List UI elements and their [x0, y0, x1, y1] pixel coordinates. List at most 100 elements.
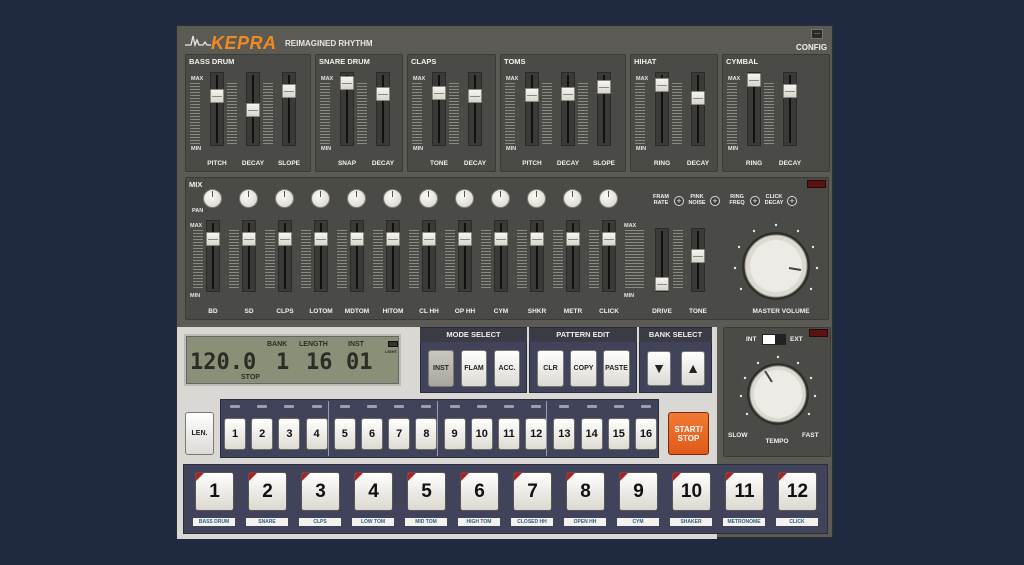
fader-cap[interactable] — [206, 232, 220, 246]
bank-up-button[interactable]: ▲ — [681, 351, 705, 386]
fader-cap[interactable] — [314, 232, 328, 246]
step-button-12[interactable]: 12 — [525, 418, 548, 450]
pan-knob-cl-hh[interactable] — [419, 189, 438, 208]
fader-slope[interactable] — [282, 72, 296, 146]
level-fader-mdtom[interactable] — [350, 220, 364, 292]
fader-cap[interactable] — [602, 232, 616, 246]
instrument-button-3[interactable]: 3 — [301, 472, 340, 511]
step-button-6[interactable]: 6 — [361, 418, 383, 450]
fader-cap[interactable] — [494, 232, 508, 246]
instrument-button-9[interactable]: 9 — [619, 472, 658, 511]
fader-cap[interactable] — [597, 80, 611, 94]
pattern-button-paste[interactable]: PASTE — [603, 350, 630, 387]
fader-pitch[interactable] — [525, 72, 539, 146]
pan-knob-sd[interactable] — [239, 189, 258, 208]
fader-decay[interactable] — [783, 72, 797, 146]
step-button-8[interactable]: 8 — [415, 418, 438, 450]
fader-cap[interactable] — [468, 89, 482, 103]
fader-cap[interactable] — [691, 91, 705, 105]
start-stop-button[interactable]: START/ STOP — [668, 412, 709, 455]
pan-knob-bd[interactable] — [203, 189, 222, 208]
fader-decay[interactable] — [561, 72, 575, 146]
pan-knob-metr[interactable] — [563, 189, 582, 208]
step-button-11[interactable]: 11 — [498, 418, 520, 450]
fader-cap[interactable] — [422, 232, 436, 246]
step-button-9[interactable]: 9 — [443, 418, 466, 450]
fader-cap[interactable] — [340, 76, 354, 90]
level-fader-op-hh[interactable] — [458, 220, 472, 292]
int-ext-switch[interactable] — [762, 334, 786, 345]
pan-knob-clps[interactable] — [275, 189, 294, 208]
step-button-2[interactable]: 2 — [251, 418, 274, 450]
pan-knob-hitom[interactable] — [383, 189, 402, 208]
step-button-5[interactable]: 5 — [333, 418, 356, 450]
fader-cap[interactable] — [530, 232, 544, 246]
mode-button-acc[interactable]: ACC. — [494, 350, 520, 387]
level-fader-hitom[interactable] — [386, 220, 400, 292]
bank-down-button[interactable]: ▼ — [647, 351, 671, 386]
level-fader-metr[interactable] — [566, 220, 580, 292]
level-fader-cym[interactable] — [494, 220, 508, 292]
tone-fader[interactable] — [691, 228, 705, 292]
fader-cap[interactable] — [655, 78, 669, 92]
mode-button-inst[interactable]: INST — [428, 350, 454, 387]
mode-button-flam[interactable]: FLAM — [461, 350, 487, 387]
instrument-button-2[interactable]: 2 — [248, 472, 287, 511]
fader-cap[interactable] — [747, 73, 761, 87]
instrument-button-1[interactable]: 1 — [195, 472, 234, 511]
fx-plus-button[interactable]: + — [674, 196, 684, 206]
level-fader-clps[interactable] — [278, 220, 292, 292]
fader-cap[interactable] — [246, 103, 260, 117]
fader-cap[interactable] — [783, 84, 797, 98]
instrument-button-11[interactable]: 11 — [725, 472, 764, 511]
step-button-7[interactable]: 7 — [388, 418, 411, 450]
fader-ring[interactable] — [655, 72, 669, 146]
step-button-13[interactable]: 13 — [553, 418, 576, 450]
step-button-3[interactable]: 3 — [278, 418, 301, 450]
level-fader-bd[interactable] — [206, 220, 220, 292]
step-button-15[interactable]: 15 — [607, 418, 630, 450]
pan-knob-lotom[interactable] — [311, 189, 330, 208]
instrument-button-7[interactable]: 7 — [513, 472, 552, 511]
level-fader-lotom[interactable] — [314, 220, 328, 292]
pan-knob-op-hh[interactable] — [455, 189, 474, 208]
pan-knob-click[interactable] — [599, 189, 618, 208]
drive-fader[interactable] — [655, 228, 669, 292]
fx-plus-button[interactable]: + — [710, 196, 720, 206]
fader-cap[interactable] — [350, 232, 364, 246]
fader-cap[interactable] — [386, 232, 400, 246]
fx-plus-button[interactable]: + — [750, 196, 760, 206]
fader-cap[interactable] — [561, 87, 575, 101]
instrument-button-6[interactable]: 6 — [460, 472, 499, 511]
step-button-4[interactable]: 4 — [305, 418, 328, 450]
fader-decay[interactable] — [376, 72, 390, 146]
pan-knob-cym[interactable] — [491, 189, 510, 208]
instrument-button-5[interactable]: 5 — [407, 472, 446, 511]
pan-knob-mdtom[interactable] — [347, 189, 366, 208]
light-button[interactable] — [388, 341, 398, 347]
fader-cap[interactable] — [566, 232, 580, 246]
instrument-button-4[interactable]: 4 — [354, 472, 393, 511]
fader-tone[interactable] — [432, 72, 446, 146]
level-fader-shkr[interactable] — [530, 220, 544, 292]
master-volume-knob[interactable] — [731, 221, 821, 311]
step-button-10[interactable]: 10 — [470, 418, 493, 450]
instrument-button-10[interactable]: 10 — [672, 472, 711, 511]
length-button[interactable]: LEN. — [185, 412, 214, 455]
fader-cap[interactable] — [242, 232, 256, 246]
fader-snap[interactable] — [340, 72, 354, 146]
level-fader-cl-hh[interactable] — [422, 220, 436, 292]
fader-cap[interactable] — [376, 87, 390, 101]
fader-cap[interactable] — [432, 86, 446, 100]
fader-decay[interactable] — [691, 72, 705, 146]
level-fader-click[interactable] — [602, 220, 616, 292]
fader-decay[interactable] — [246, 72, 260, 146]
pattern-button-clr[interactable]: CLR — [537, 350, 564, 387]
tempo-knob[interactable] — [738, 354, 818, 434]
instrument-button-8[interactable]: 8 — [566, 472, 605, 511]
fader-decay[interactable] — [468, 72, 482, 146]
fader-ring[interactable] — [747, 72, 761, 146]
fader-cap[interactable] — [525, 88, 539, 102]
pan-knob-shkr[interactable] — [527, 189, 546, 208]
config-button[interactable]: ... — [811, 29, 823, 39]
